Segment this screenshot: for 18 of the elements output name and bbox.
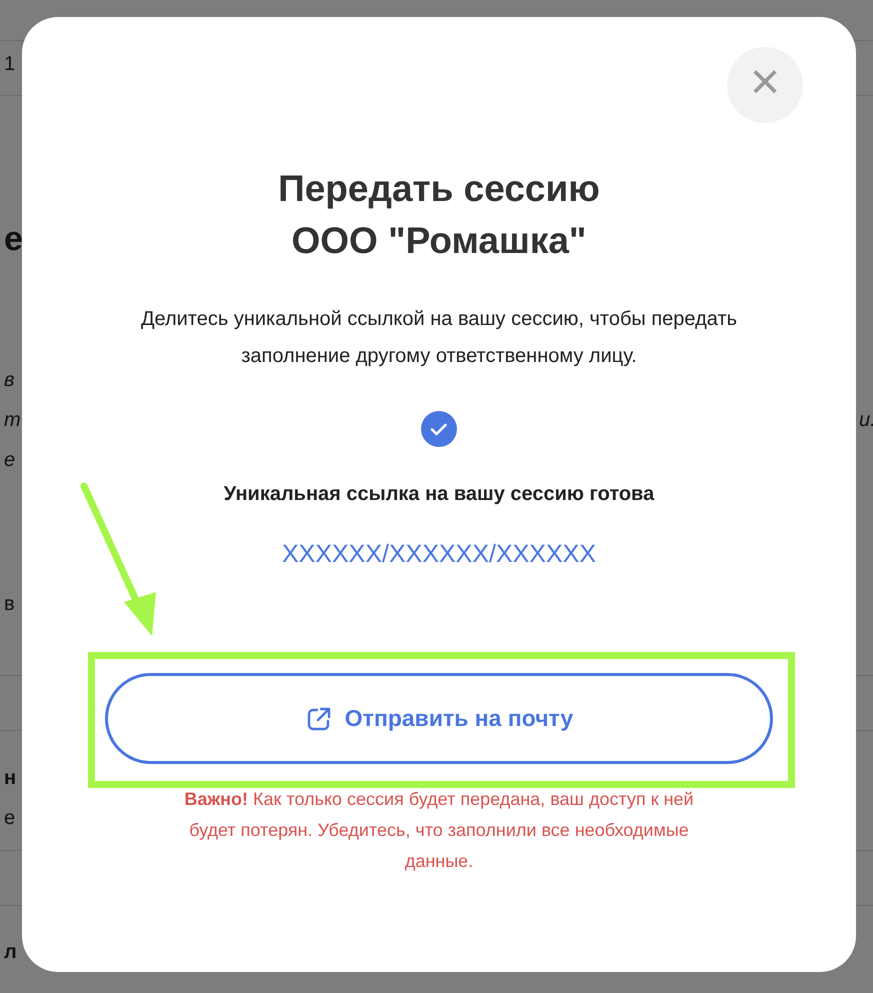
background-text: е [4,222,23,256]
background-text: в [4,594,15,614]
session-link[interactable]: XXXXXX/XXXXXX/XXXXXX [282,540,596,569]
modal-title: Передать сессию ООО "Ромашка" [278,167,600,263]
background-text: е [4,808,16,828]
status-text: Уникальная ссылка на вашу сессию готова [224,483,654,506]
background-text: е [4,450,16,470]
close-button[interactable]: × [727,47,803,123]
checkmark-icon [421,411,457,447]
warning-text: Важно! Как только сессия будет передана, ваш доступ к ней будет потерян. Убедитесь, что заполнили все необходимые данные. [183,788,695,873]
background-text: 1 [4,54,16,74]
background-text: в [4,370,14,390]
send-email-button[interactable]: Отправить на почту [105,673,773,764]
background-text: н [4,768,16,788]
background-text: и. [859,410,873,430]
description-text: Делитесь уникальной ссылкой на вашу сессию, чтобы передать заполнение другому ответственному лицу. [140,307,738,369]
background-text: т [4,410,21,430]
background-text: л [4,942,17,962]
